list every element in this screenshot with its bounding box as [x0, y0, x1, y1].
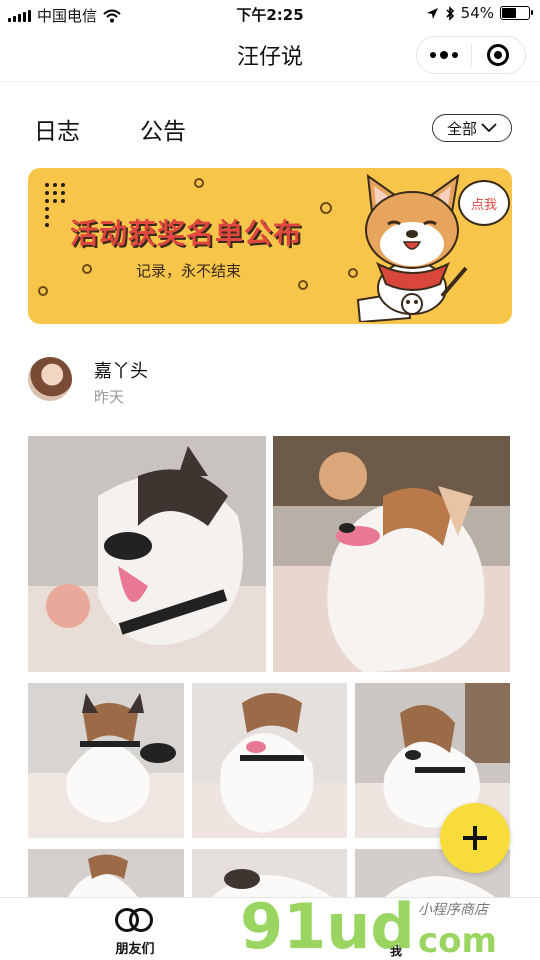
- post-photo[interactable]: [192, 683, 347, 838]
- tab-friends-label: 朋友们: [115, 942, 155, 957]
- tab-me[interactable]: 我: [390, 942, 402, 959]
- post-photo[interactable]: [273, 436, 510, 672]
- promo-banner[interactable]: 活动获奖名单公布 记录，永不结束 点我: [28, 168, 512, 324]
- avatar[interactable]: [28, 357, 72, 401]
- bottom-tab-bar: 朋友们 我: [0, 897, 540, 960]
- content-tabs: 日志 公告 全部: [0, 108, 540, 152]
- speech-bubble[interactable]: 点我: [458, 180, 510, 226]
- filter-dropdown[interactable]: 全部: [432, 114, 512, 142]
- ring-decoration: [298, 280, 308, 290]
- dog-photo-image: [28, 436, 266, 672]
- ring-decoration: [38, 286, 48, 296]
- post-photo[interactable]: [28, 683, 184, 838]
- navigation-bar: 汪仔说: [0, 28, 540, 82]
- two-rings-icon: [113, 906, 157, 934]
- ring-decoration: [82, 264, 92, 274]
- target-circle-icon: [487, 44, 510, 66]
- close-miniprogram-button[interactable]: [472, 37, 526, 73]
- bubble-text: 点我: [470, 197, 497, 213]
- dot-grid-decoration: [45, 183, 65, 227]
- miniprogram-capsule: [416, 36, 526, 74]
- post-author[interactable]: 嘉丫头: [94, 357, 148, 383]
- tab-friends[interactable]: 朋友们: [100, 906, 170, 957]
- post-photo[interactable]: [28, 849, 184, 897]
- dog-photo-image: [28, 683, 184, 838]
- shiba-mascot-illustration: [356, 173, 468, 322]
- tab-me-label: 我: [390, 944, 403, 958]
- dog-photo-image: [192, 683, 347, 838]
- add-post-button[interactable]: [440, 803, 510, 873]
- location-arrow-icon: [426, 7, 438, 19]
- tab-announcement[interactable]: 公告: [140, 112, 186, 146]
- battery-percent: 54%: [460, 4, 494, 22]
- dog-photo-image: [28, 849, 184, 897]
- banner-title: 活动获奖名单公布: [70, 217, 303, 250]
- filter-label: 全部: [446, 119, 477, 138]
- chevron-down-icon: [481, 123, 497, 133]
- dog-photo-image: [192, 849, 347, 897]
- battery-icon: [500, 6, 533, 20]
- banner-subtitle: 记录，永不结束: [136, 262, 242, 280]
- more-dots-icon: [429, 50, 458, 59]
- dog-photo-image: [273, 436, 510, 672]
- bluetooth-icon: [446, 5, 454, 21]
- more-button[interactable]: [417, 37, 471, 73]
- ring-decoration: [320, 202, 332, 214]
- tab-journal[interactable]: 日志: [34, 112, 80, 146]
- ring-decoration: [194, 178, 204, 188]
- post-time: 昨天: [94, 388, 125, 406]
- plus-icon: [463, 826, 487, 850]
- status-bar: 中国电信 下午2:25 54%: [0, 0, 540, 28]
- post-photo[interactable]: [28, 436, 266, 672]
- post-photo[interactable]: [192, 849, 347, 897]
